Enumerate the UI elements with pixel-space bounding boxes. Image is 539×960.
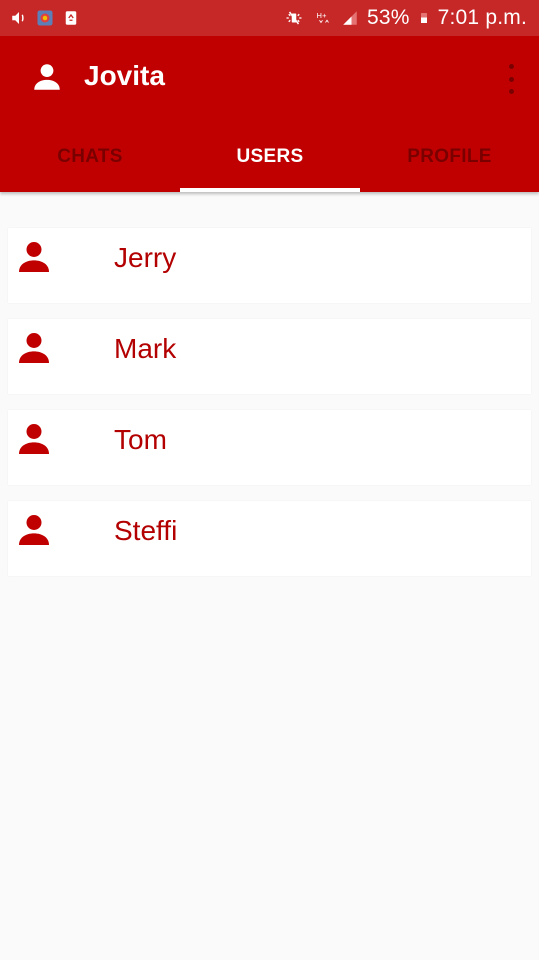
user-name: Tom — [114, 424, 167, 455]
person-icon — [19, 333, 49, 363]
list-item[interactable]: Jerry — [8, 228, 531, 303]
menu-dot — [508, 76, 514, 82]
menu-dot — [508, 64, 514, 69]
person-icon — [19, 242, 49, 272]
tab-users[interactable]: USERS — [180, 122, 360, 192]
tab-indicator — [180, 188, 360, 192]
recycle-icon — [65, 11, 77, 25]
person-icon — [19, 515, 49, 545]
status-left-icons — [10, 8, 80, 28]
list-item[interactable]: Mark — [8, 319, 531, 394]
tab-bar: CHATS USERS PROFILE — [0, 122, 539, 192]
page-title: Jovita — [84, 60, 165, 91]
tab-users-label: USERS — [236, 146, 304, 167]
app-bar: Jovita — [0, 36, 539, 122]
user-list: Jerry Mark Tom Steffi — [8, 228, 531, 592]
status-time: 7:01 p.m. — [437, 6, 527, 29]
svg-text:H+: H+ — [317, 11, 328, 20]
user-name: Steffi — [114, 515, 178, 546]
battery-percent: 53% — [367, 6, 410, 29]
tab-chats[interactable]: CHATS — [0, 122, 180, 192]
network-hplus-icon: H+ — [317, 11, 329, 24]
list-item[interactable]: Tom — [8, 410, 531, 485]
person-icon — [34, 64, 60, 90]
list-item[interactable]: Steffi — [8, 501, 531, 576]
person-icon — [19, 424, 49, 454]
status-right: H+ 53% 7:01 p.m. — [281, 0, 527, 36]
app-icon — [37, 10, 53, 26]
menu-dot — [508, 89, 514, 94]
more-vert-icon[interactable] — [505, 64, 517, 94]
user-name: Mark — [114, 333, 177, 364]
status-bar: H+ 53% 7:01 p.m. — [0, 0, 539, 36]
mute-icon — [286, 11, 302, 25]
tab-profile[interactable]: PROFILE — [360, 122, 539, 192]
tab-chats-label: CHATS — [57, 146, 123, 167]
tab-profile-label: PROFILE — [407, 146, 492, 167]
user-name: Jerry — [114, 242, 177, 273]
volume-icon — [12, 12, 24, 24]
signal-icon — [343, 11, 357, 25]
battery-icon — [420, 13, 427, 23]
